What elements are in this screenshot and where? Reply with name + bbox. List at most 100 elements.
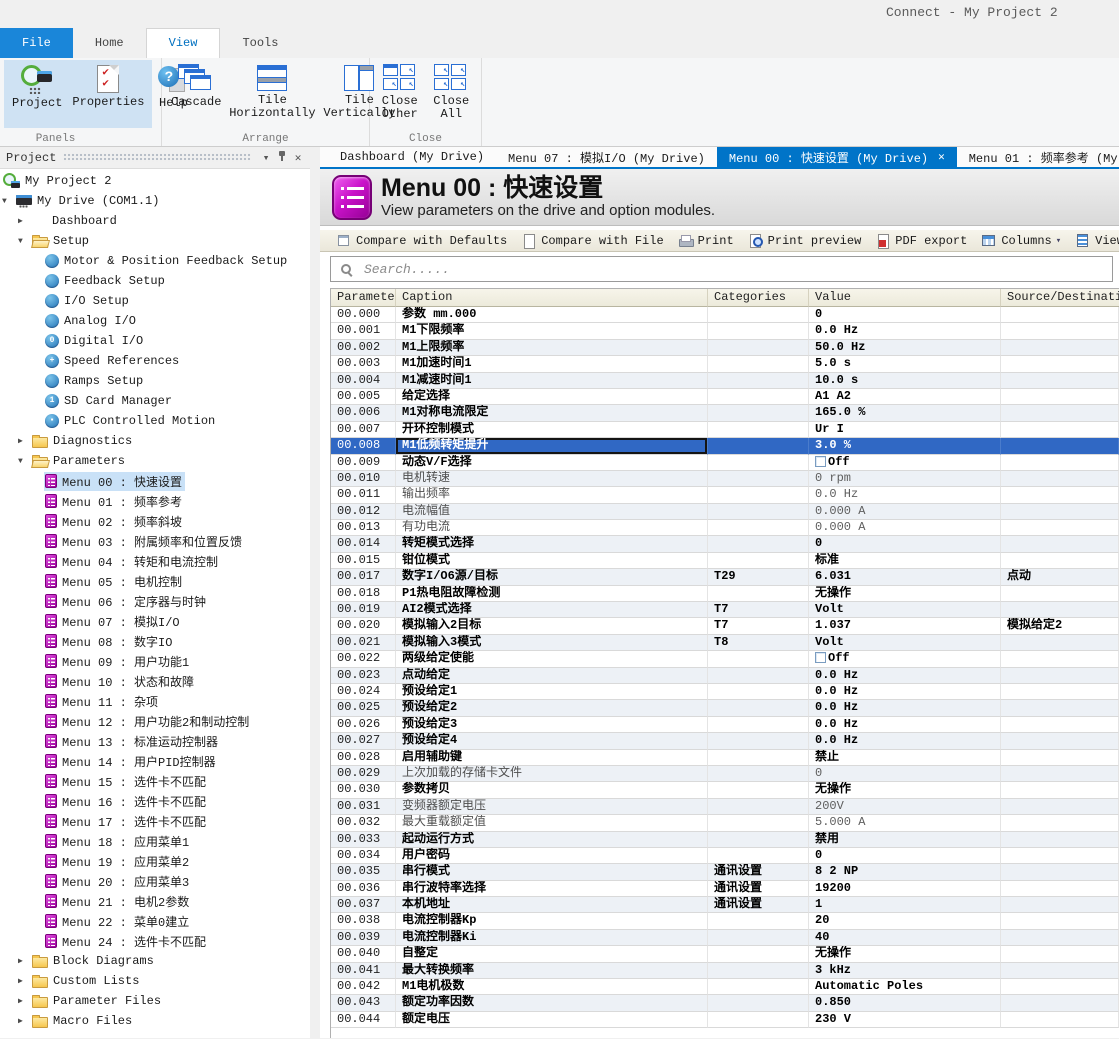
- caption-cell[interactable]: P1热电阻故障检测: [396, 586, 708, 602]
- value-cell[interactable]: 8 2 NP: [809, 864, 1001, 880]
- tree-item[interactable]: Menu 14 : 用户PID控制器: [0, 751, 310, 771]
- tree-item[interactable]: 1SD Card Manager: [0, 391, 310, 411]
- caption-cell[interactable]: 电流控制器Kp: [396, 913, 708, 929]
- value-cell[interactable]: 40: [809, 930, 1001, 946]
- table-row[interactable]: 00.022两级给定使能Off: [331, 651, 1119, 667]
- print-preview-button[interactable]: Print preview: [740, 230, 868, 251]
- table-row[interactable]: 00.015钳位模式标准: [331, 553, 1119, 569]
- caption-cell[interactable]: 钳位模式: [396, 553, 708, 569]
- value-cell[interactable]: 0.0 Hz: [809, 487, 1001, 503]
- caption-cell[interactable]: 上次加载的存储卡文件: [396, 766, 708, 782]
- column-header-parameter[interactable]: Parameter: [331, 289, 396, 307]
- value-cell[interactable]: 20: [809, 913, 1001, 929]
- value-cell[interactable]: Volt: [809, 602, 1001, 618]
- value-cell[interactable]: 0: [809, 536, 1001, 552]
- value-cell[interactable]: Off: [809, 455, 1001, 471]
- tree-item[interactable]: Menu 22 : 菜单0建立: [0, 911, 310, 931]
- column-header-value[interactable]: Value: [809, 289, 1001, 307]
- caption-cell[interactable]: 开环控制模式: [396, 422, 708, 438]
- value-cell[interactable]: 0: [809, 766, 1001, 782]
- value-cell[interactable]: 无操作: [809, 782, 1001, 798]
- expand-arrow-icon[interactable]: ▶: [18, 436, 31, 446]
- table-row[interactable]: 00.037本机地址通讯设置1: [331, 897, 1119, 913]
- caption-cell[interactable]: 最大转换频率: [396, 963, 708, 979]
- caption-cell[interactable]: M1减速时间1: [396, 373, 708, 389]
- doc-tab[interactable]: Menu 07 : 模拟I/O (My Drive): [496, 147, 717, 167]
- table-row[interactable]: 00.020模拟输入2目标T71.037模拟给定2: [331, 618, 1119, 634]
- caption-cell[interactable]: 两级给定使能: [396, 651, 708, 667]
- value-cell[interactable]: 0.000 A: [809, 520, 1001, 536]
- caption-cell[interactable]: 用户密码: [396, 848, 708, 864]
- print-button[interactable]: Print: [670, 230, 740, 251]
- value-cell[interactable]: 0: [809, 848, 1001, 864]
- doc-tab[interactable]: Menu 01 : 频率参考 (My Drive): [957, 147, 1119, 167]
- expand-arrow-icon[interactable]: ▶: [18, 216, 31, 226]
- tree-item[interactable]: Menu 11 : 杂项: [0, 691, 310, 711]
- value-cell[interactable]: 0.850: [809, 995, 1001, 1011]
- tree-item[interactable]: Menu 15 : 选件卡不匹配: [0, 771, 310, 791]
- table-row[interactable]: 00.025预设给定20.0 Hz: [331, 700, 1119, 716]
- tree-item[interactable]: ▪PLC Controlled Motion: [0, 411, 310, 431]
- expand-arrow-icon[interactable]: ▶: [18, 996, 31, 1006]
- tree-item[interactable]: ▶Diagnostics: [0, 431, 310, 451]
- table-row[interactable]: 00.009动态V/F选择Off: [331, 455, 1119, 471]
- table-row[interactable]: 00.034用户密码0: [331, 848, 1119, 864]
- tree-item[interactable]: Menu 08 : 数字IO: [0, 631, 310, 651]
- value-cell[interactable]: A1 A2: [809, 389, 1001, 405]
- tree-item[interactable]: 0Digital I/O: [0, 331, 310, 351]
- caption-cell[interactable]: 参数拷贝: [396, 782, 708, 798]
- table-row[interactable]: 00.039电流控制器Ki40: [331, 930, 1119, 946]
- tile-horizontally-button[interactable]: Tile Horizontally: [226, 60, 318, 122]
- value-cell[interactable]: Off: [809, 651, 1001, 667]
- tree-item[interactable]: ▶Macro Files: [0, 1011, 310, 1031]
- value-cell[interactable]: 200V: [809, 799, 1001, 815]
- close-other-button[interactable]: Close Other: [374, 60, 426, 123]
- tree-item[interactable]: Menu 04 : 转矩和电流控制: [0, 551, 310, 571]
- search-input[interactable]: [362, 261, 1103, 278]
- panel-splitter[interactable]: [310, 147, 320, 1038]
- tree-item[interactable]: Analog I/O: [0, 311, 310, 331]
- value-cell[interactable]: 0.0 Hz: [809, 700, 1001, 716]
- expand-arrow-icon[interactable]: ▶: [18, 1016, 31, 1026]
- value-cell[interactable]: 165.0 %: [809, 405, 1001, 421]
- tree-item[interactable]: Menu 16 : 选件卡不匹配: [0, 791, 310, 811]
- caption-cell[interactable]: AI2模式选择: [396, 602, 708, 618]
- caption-cell[interactable]: M1上限频率: [396, 340, 708, 356]
- pdf-export-button[interactable]: PDF export: [867, 230, 973, 251]
- table-row[interactable]: 00.003M1加速时间15.0 s: [331, 356, 1119, 372]
- panel-close-icon[interactable]: ✕: [290, 151, 306, 165]
- table-row[interactable]: 00.038电流控制器Kp20: [331, 913, 1119, 929]
- column-header-categories[interactable]: Categories: [708, 289, 809, 307]
- tree-item[interactable]: Menu 05 : 电机控制: [0, 571, 310, 591]
- caption-cell[interactable]: 自整定: [396, 946, 708, 962]
- caption-cell[interactable]: 预设给定2: [396, 700, 708, 716]
- tree-item[interactable]: Menu 20 : 应用菜单3: [0, 871, 310, 891]
- value-cell[interactable]: 无操作: [809, 946, 1001, 962]
- table-row[interactable]: 00.030参数拷贝无操作: [331, 782, 1119, 798]
- collapse-arrow-icon[interactable]: ▼: [2, 197, 15, 206]
- caption-cell[interactable]: 额定电压: [396, 1012, 708, 1028]
- caption-cell[interactable]: 动态V/F选择: [396, 455, 708, 471]
- table-row[interactable]: 00.032最大重载额定值5.000 A: [331, 815, 1119, 831]
- value-cell[interactable]: Ur I: [809, 422, 1001, 438]
- table-row[interactable]: 00.041最大转换频率3 kHz: [331, 963, 1119, 979]
- tree-item[interactable]: Menu 19 : 应用菜单2: [0, 851, 310, 871]
- project-panel-button[interactable]: Project: [7, 62, 67, 126]
- caption-cell[interactable]: 模拟输入3模式: [396, 635, 708, 651]
- table-row[interactable]: 00.043额定功率因数0.850: [331, 995, 1119, 1011]
- caption-cell[interactable]: 预设给定3: [396, 717, 708, 733]
- caption-cell[interactable]: 点动给定: [396, 668, 708, 684]
- tree-item[interactable]: Menu 06 : 定序器与时钟: [0, 591, 310, 611]
- value-cell[interactable]: 6.031: [809, 569, 1001, 585]
- table-row[interactable]: 00.010电机转速0 rpm: [331, 471, 1119, 487]
- table-row[interactable]: 00.014转矩模式选择0: [331, 536, 1119, 552]
- tree-item[interactable]: Menu 24 : 选件卡不匹配: [0, 931, 310, 951]
- value-cell[interactable]: 230 V: [809, 1012, 1001, 1028]
- table-row[interactable]: 00.036串行波特率选择通讯设置19200: [331, 881, 1119, 897]
- value-cell[interactable]: 0.0 Hz: [809, 717, 1001, 733]
- tree-item[interactable]: Menu 01 : 频率参考: [0, 491, 310, 511]
- caption-cell[interactable]: 最大重载额定值: [396, 815, 708, 831]
- caption-cell[interactable]: M1下限频率: [396, 323, 708, 339]
- value-cell[interactable]: 禁用: [809, 832, 1001, 848]
- tree-item[interactable]: Motor & Position Feedback Setup: [0, 251, 310, 271]
